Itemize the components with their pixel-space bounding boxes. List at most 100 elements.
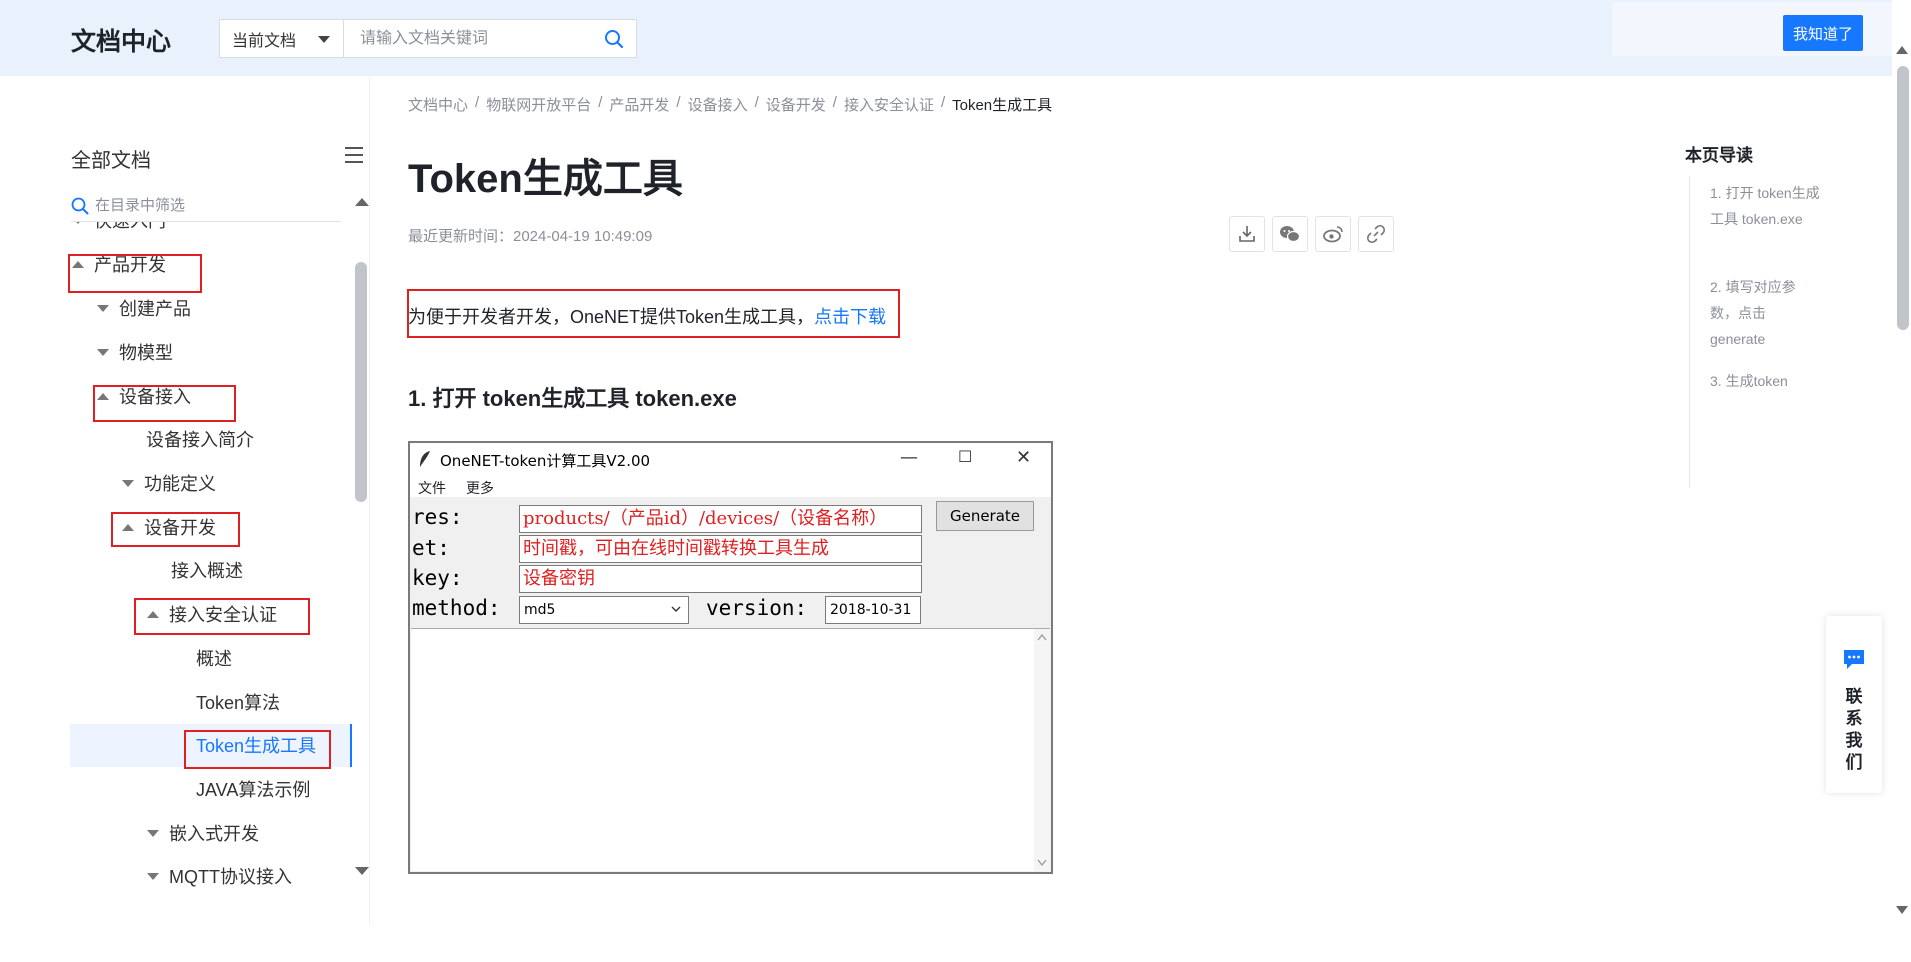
page-title: Token生成工具 — [408, 157, 683, 201]
contact-us-label: 联系我们 — [1845, 687, 1863, 772]
toc-item[interactable]: 3. 生成token — [1710, 368, 1820, 394]
tree-item-label: JAVA算法示例 — [196, 780, 311, 800]
site-logo[interactable]: 文档中心 — [71, 22, 171, 58]
tree-item[interactable]: Token算法 — [196, 682, 280, 722]
tree-item[interactable]: 功能定义 — [122, 463, 216, 503]
res-label: res: — [412, 505, 463, 529]
tree-item-label: 创建产品 — [119, 299, 191, 319]
tree-item[interactable]: 快速入门 — [72, 222, 166, 240]
highlight-box — [111, 512, 240, 547]
tree-item[interactable]: JAVA算法示例 — [196, 769, 310, 809]
tree-item-label: 物模型 — [119, 343, 173, 363]
tree-item[interactable]: 物模型 — [97, 332, 173, 372]
contact-us-button[interactable]: 联系我们 — [1826, 616, 1882, 793]
search-button[interactable] — [592, 20, 636, 57]
method-label: method: — [412, 596, 501, 620]
close-icon[interactable]: ✕ — [1016, 447, 1031, 468]
tree-scroll-down-icon[interactable] — [355, 867, 369, 875]
window-menubar: 文件 更多 — [410, 475, 1051, 497]
maximize-icon[interactable]: ☐ — [958, 447, 972, 466]
window-titlebar: OneNET-token计算工具V2.00 — ☐ ✕ — [410, 443, 1051, 475]
copy-link-button[interactable] — [1358, 216, 1394, 252]
tree-item[interactable]: 设备接入简介 — [146, 419, 254, 459]
token-tool-window: OneNET-token计算工具V2.00 — ☐ ✕ 文件 更多 res: p… — [408, 441, 1053, 874]
breadcrumb-item[interactable]: 产品开发 — [609, 94, 669, 115]
breadcrumb-current: Token生成工具 — [952, 97, 1053, 114]
breadcrumb: 文档中心 / 物联网开放平台 / 产品开发 / 设备接入 / 设备开发 / 接入安全认证 /… — [408, 94, 1053, 115]
res-field[interactable]: products/（产品id）/devices/（设备名称） — [519, 505, 922, 533]
method-value: md5 — [524, 602, 556, 618]
toc-item[interactable]: 2. 填写对应参数，点击generate — [1710, 274, 1820, 352]
search-scope-label: 当前文档 — [232, 32, 297, 50]
tree-scrollbar-thumb[interactable] — [355, 262, 367, 502]
version-field[interactable]: 2018-10-31 — [825, 596, 921, 624]
wechat-icon — [1280, 226, 1301, 243]
et-field[interactable]: 时间戳，可由在线时间戳转换工具生成 — [519, 535, 922, 563]
sidebar-title: 全部文档 — [71, 150, 151, 172]
scroll-down-icon[interactable] — [1037, 859, 1047, 867]
highlight-box — [184, 730, 331, 769]
tree-item-label: MQTT协议接入 — [169, 867, 292, 887]
caret-down-icon — [72, 222, 84, 224]
section-heading-1: 1. 打开 token生成工具 token.exe — [408, 386, 737, 411]
highlight-box — [134, 598, 310, 635]
caret-down-icon — [122, 479, 134, 487]
search-icon — [71, 197, 89, 214]
highlight-box — [93, 385, 236, 422]
key-field[interactable]: 设备密钥 — [519, 565, 922, 593]
tree-item[interactable]: 创建产品 — [97, 288, 191, 328]
tree-item-label: 快速入门 — [94, 222, 166, 233]
output-textarea[interactable] — [411, 628, 1050, 871]
wechat-share-button[interactable] — [1272, 216, 1308, 252]
tree-item[interactable]: 嵌入式开发 — [147, 813, 259, 853]
caret-down-icon — [147, 829, 159, 837]
updated-time: 最近更新时间：2024-04-19 10:49:09 — [408, 228, 653, 245]
et-label: et: — [412, 536, 450, 560]
weibo-share-button[interactable] — [1315, 216, 1351, 252]
got-it-button[interactable]: 我知道了 — [1783, 15, 1863, 51]
breadcrumb-item[interactable]: 物联网开放平台 — [486, 94, 591, 115]
caret-down-icon — [97, 304, 109, 312]
tree-item[interactable]: 概述 — [196, 638, 232, 678]
tree-item-label: 设备接入简介 — [146, 430, 254, 450]
version-label: version: — [706, 596, 808, 620]
download-button[interactable] — [1229, 216, 1265, 252]
search-icon — [605, 29, 624, 48]
page-scroll-down-icon[interactable] — [1896, 906, 1908, 914]
page-scrollbar-thumb[interactable] — [1897, 66, 1909, 330]
link-icon — [1366, 224, 1386, 244]
doc-tree: 快速入门 产品开发 创建产品 物模型 设备接入 设备接入简介 功能定义 设备开发… — [70, 222, 352, 962]
search-input[interactable] — [344, 20, 592, 57]
tree-item-label: Token算法 — [196, 693, 281, 713]
method-select[interactable]: md5 — [519, 596, 689, 624]
weibo-icon — [1323, 226, 1343, 243]
toc-item[interactable]: 1. 打开 token生成工具 token.exe — [1710, 180, 1820, 232]
breadcrumb-item[interactable]: 设备开发 — [766, 94, 826, 115]
page-scroll-up-icon[interactable] — [1896, 46, 1908, 54]
chevron-down-icon — [318, 36, 330, 43]
search-bar: 当前文档 — [219, 19, 637, 58]
chevron-down-icon — [671, 606, 681, 612]
menu-icon[interactable] — [345, 146, 363, 164]
tree-item[interactable]: MQTT协议接入 — [147, 856, 292, 896]
breadcrumb-item[interactable]: 设备接入 — [688, 94, 748, 115]
menu-file[interactable]: 文件 — [418, 478, 446, 498]
tree-item-label: 概述 — [196, 649, 232, 669]
tree-item[interactable]: 接入概述 — [171, 550, 243, 590]
highlight-box — [68, 254, 202, 293]
search-scope-select[interactable]: 当前文档 — [220, 20, 344, 57]
download-icon — [1239, 226, 1255, 242]
tree-filter — [71, 190, 341, 222]
feather-icon — [420, 451, 430, 467]
tree-filter-input[interactable] — [89, 197, 309, 214]
menu-more[interactable]: 更多 — [466, 478, 494, 498]
tree-item-label: 接入概述 — [171, 561, 243, 581]
generate-button[interactable]: Generate — [936, 501, 1034, 531]
minimize-icon[interactable]: — — [900, 447, 918, 468]
output-scrollbar[interactable] — [1034, 629, 1050, 871]
scroll-up-icon[interactable] — [1037, 633, 1047, 641]
tree-scroll-up-icon[interactable] — [355, 198, 369, 206]
breadcrumb-item[interactable]: 文档中心 — [408, 94, 468, 115]
breadcrumb-item[interactable]: 接入安全认证 — [844, 94, 934, 115]
key-label: key: — [412, 566, 463, 590]
